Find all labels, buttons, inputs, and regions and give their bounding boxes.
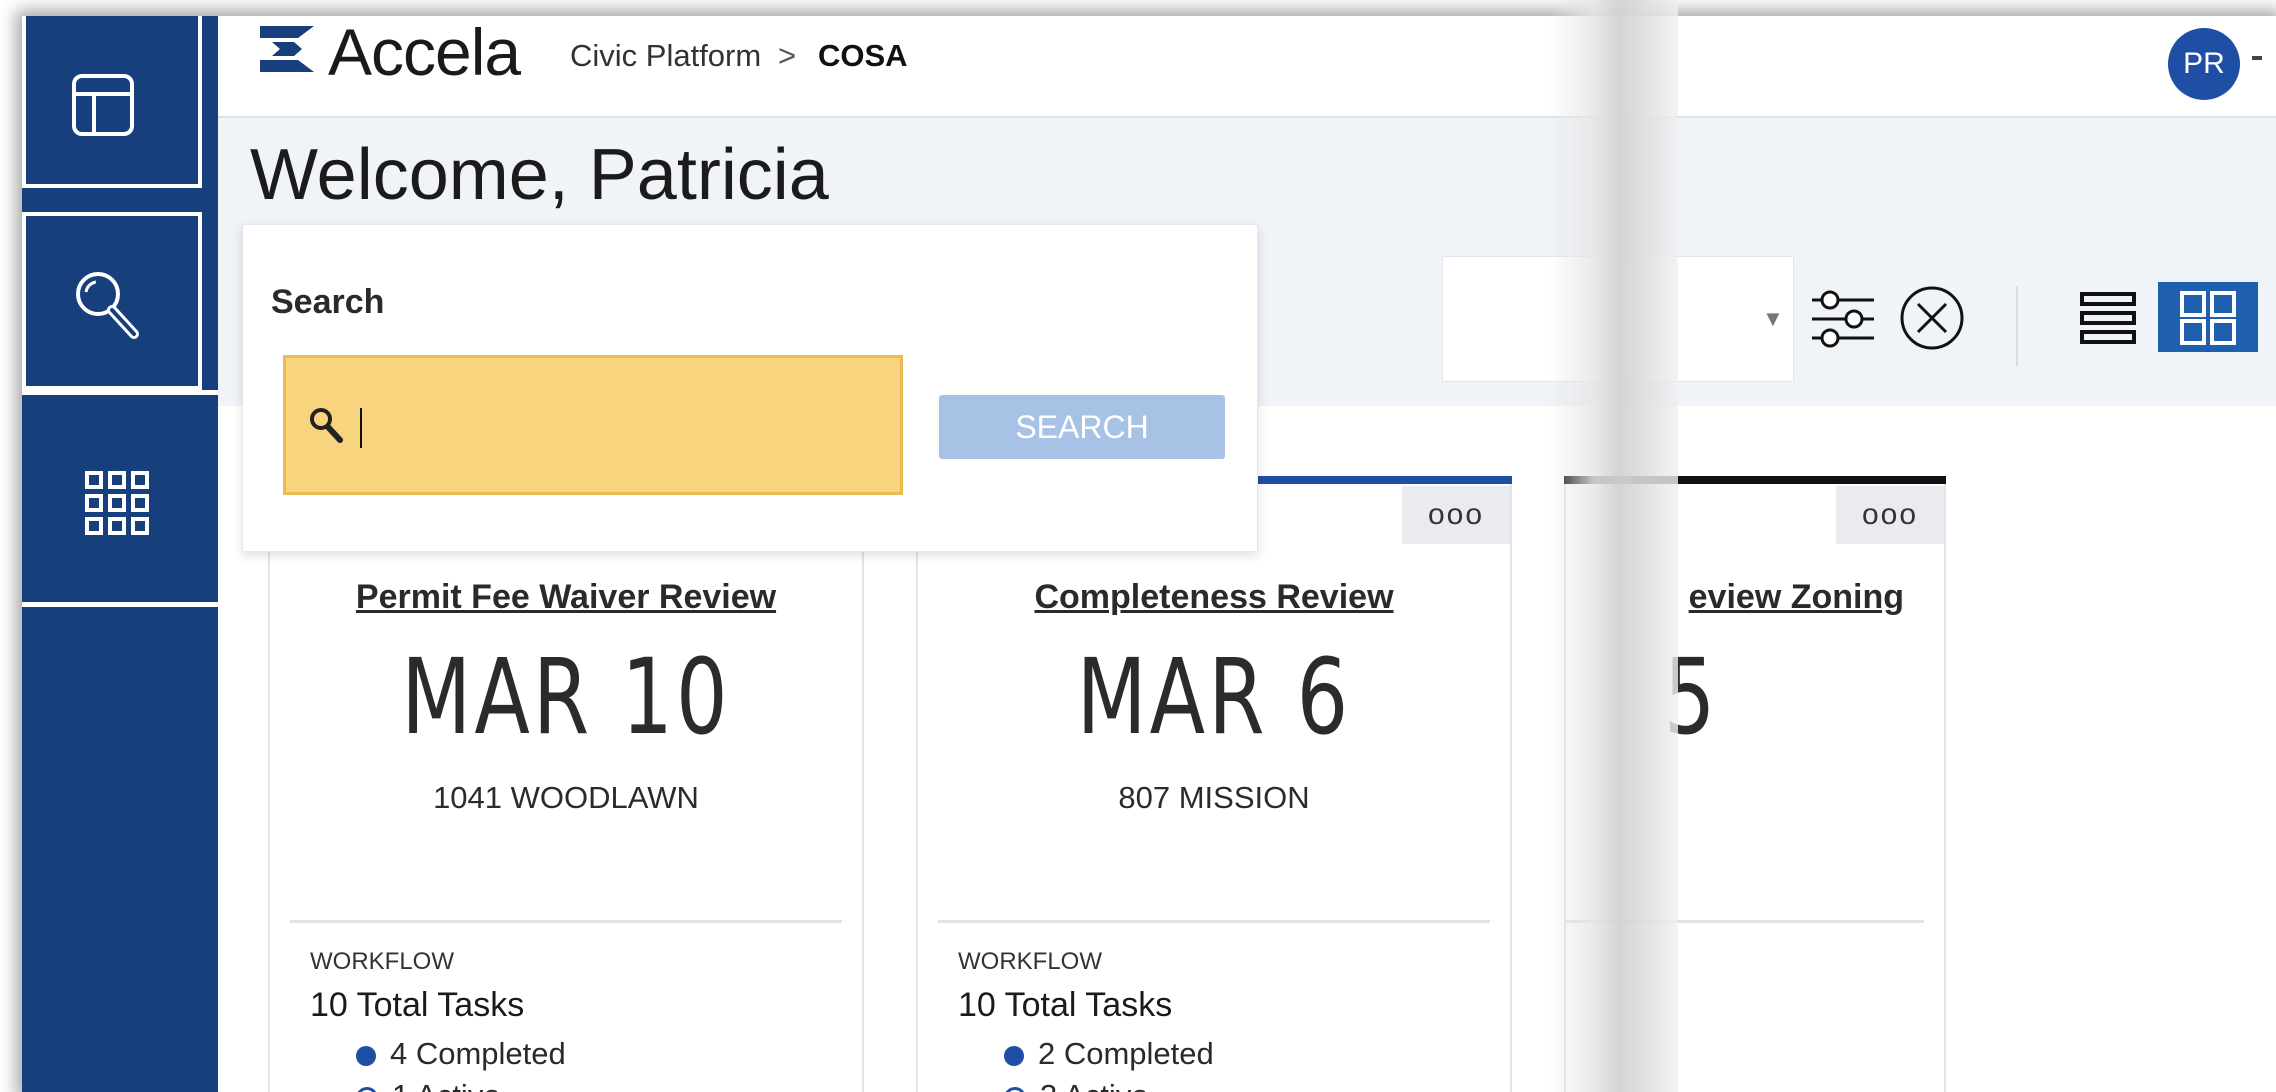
workflow-completed-row: 2 Completed bbox=[1004, 1036, 1214, 1072]
active-dot-icon bbox=[1004, 1086, 1026, 1092]
select-caret-icon: ▼ bbox=[1762, 306, 1784, 331]
workflow-active-row: 3 Active bbox=[1004, 1078, 1149, 1092]
workflow-total: 10 Total Tasks bbox=[310, 986, 525, 1024]
grid-view-icon bbox=[2180, 291, 2236, 345]
workflow-active: 3 Active bbox=[1040, 1078, 1149, 1092]
card-more-button[interactable]: ooo bbox=[1402, 486, 1510, 544]
grid-view-button[interactable] bbox=[2158, 282, 2258, 352]
list-view-icon[interactable] bbox=[2078, 290, 2138, 346]
workflow-completed: 4 Completed bbox=[390, 1036, 566, 1071]
text-cursor bbox=[360, 408, 362, 448]
brand-name[interactable]: Accela bbox=[328, 16, 521, 90]
breadcrumb-parent[interactable]: Civic Platform bbox=[570, 38, 761, 74]
search-icon bbox=[310, 408, 343, 443]
clear-circle-x-icon[interactable] bbox=[1898, 284, 1966, 352]
card-more-button[interactable]: ooo bbox=[1836, 486, 1944, 544]
apps-grid-icon bbox=[85, 471, 149, 535]
search-button[interactable]: SEARCH bbox=[939, 395, 1225, 459]
card-date: MAR 6 bbox=[1076, 636, 1352, 758]
completed-dot-icon bbox=[356, 1045, 376, 1066]
workflow-label: WORKFLOW bbox=[310, 948, 454, 975]
accela-logo-icon bbox=[260, 26, 314, 72]
rail-item-search[interactable] bbox=[22, 212, 202, 390]
toolbar-divider bbox=[2016, 286, 2018, 366]
task-card[interactable]: ooo Permit Fee Waiver Review MAR 10 1041… bbox=[268, 476, 864, 1092]
rail-item-dashboard[interactable] bbox=[22, 16, 202, 188]
card-title-link[interactable]: eview Zoning bbox=[1689, 578, 1904, 617]
search-icon bbox=[76, 272, 139, 339]
active-dot-icon bbox=[356, 1086, 378, 1092]
card-date: MAR 10 bbox=[401, 636, 731, 758]
workflow-active-row: 1 Active bbox=[356, 1078, 501, 1092]
completed-dot-icon bbox=[1004, 1045, 1024, 1066]
card-title-link[interactable]: Permit Fee Waiver Review bbox=[270, 578, 862, 617]
search-popover: Search SEARCH bbox=[242, 224, 1258, 552]
page-fold-shadow bbox=[1548, 0, 1678, 1092]
dashboard-layout-icon bbox=[72, 74, 134, 136]
task-card[interactable]: ooo Completeness Review MAR 6 807 MISSIO… bbox=[916, 476, 1512, 1092]
app-window: Accela Civic Platform > COSA PR Welcome,… bbox=[22, 16, 2276, 1092]
breadcrumb-separator: > bbox=[778, 38, 797, 73]
rail-item-apps[interactable] bbox=[22, 396, 218, 602]
card-title-link[interactable]: Completeness Review bbox=[918, 578, 1510, 617]
rail-divider bbox=[22, 602, 218, 607]
filter-sliders-icon[interactable] bbox=[1808, 286, 1878, 352]
card-divider bbox=[938, 920, 1490, 923]
card-address: 807 MISSION bbox=[1118, 780, 1310, 815]
rail-divider bbox=[22, 390, 218, 395]
search-field[interactable] bbox=[283, 355, 903, 495]
welcome-heading: Welcome, Patricia bbox=[250, 135, 829, 215]
avatar-menu-caret-icon[interactable] bbox=[2252, 56, 2262, 60]
workflow-active: 1 Active bbox=[392, 1078, 501, 1092]
user-avatar[interactable]: PR bbox=[2168, 28, 2240, 100]
top-header: Accela Civic Platform > COSA PR bbox=[218, 16, 2276, 118]
workflow-total: 10 Total Tasks bbox=[958, 986, 1173, 1024]
breadcrumb-current: COSA bbox=[818, 38, 908, 73]
left-nav-rail bbox=[22, 16, 218, 1092]
workflow-label: WORKFLOW bbox=[958, 948, 1102, 975]
search-label: Search bbox=[271, 283, 385, 321]
card-address: 1041 WOODLAWN bbox=[433, 780, 699, 815]
search-input[interactable] bbox=[356, 402, 880, 452]
workflow-completed-row: 4 Completed bbox=[356, 1036, 566, 1072]
card-divider bbox=[290, 920, 842, 923]
workflow-completed: 2 Completed bbox=[1038, 1036, 1214, 1071]
